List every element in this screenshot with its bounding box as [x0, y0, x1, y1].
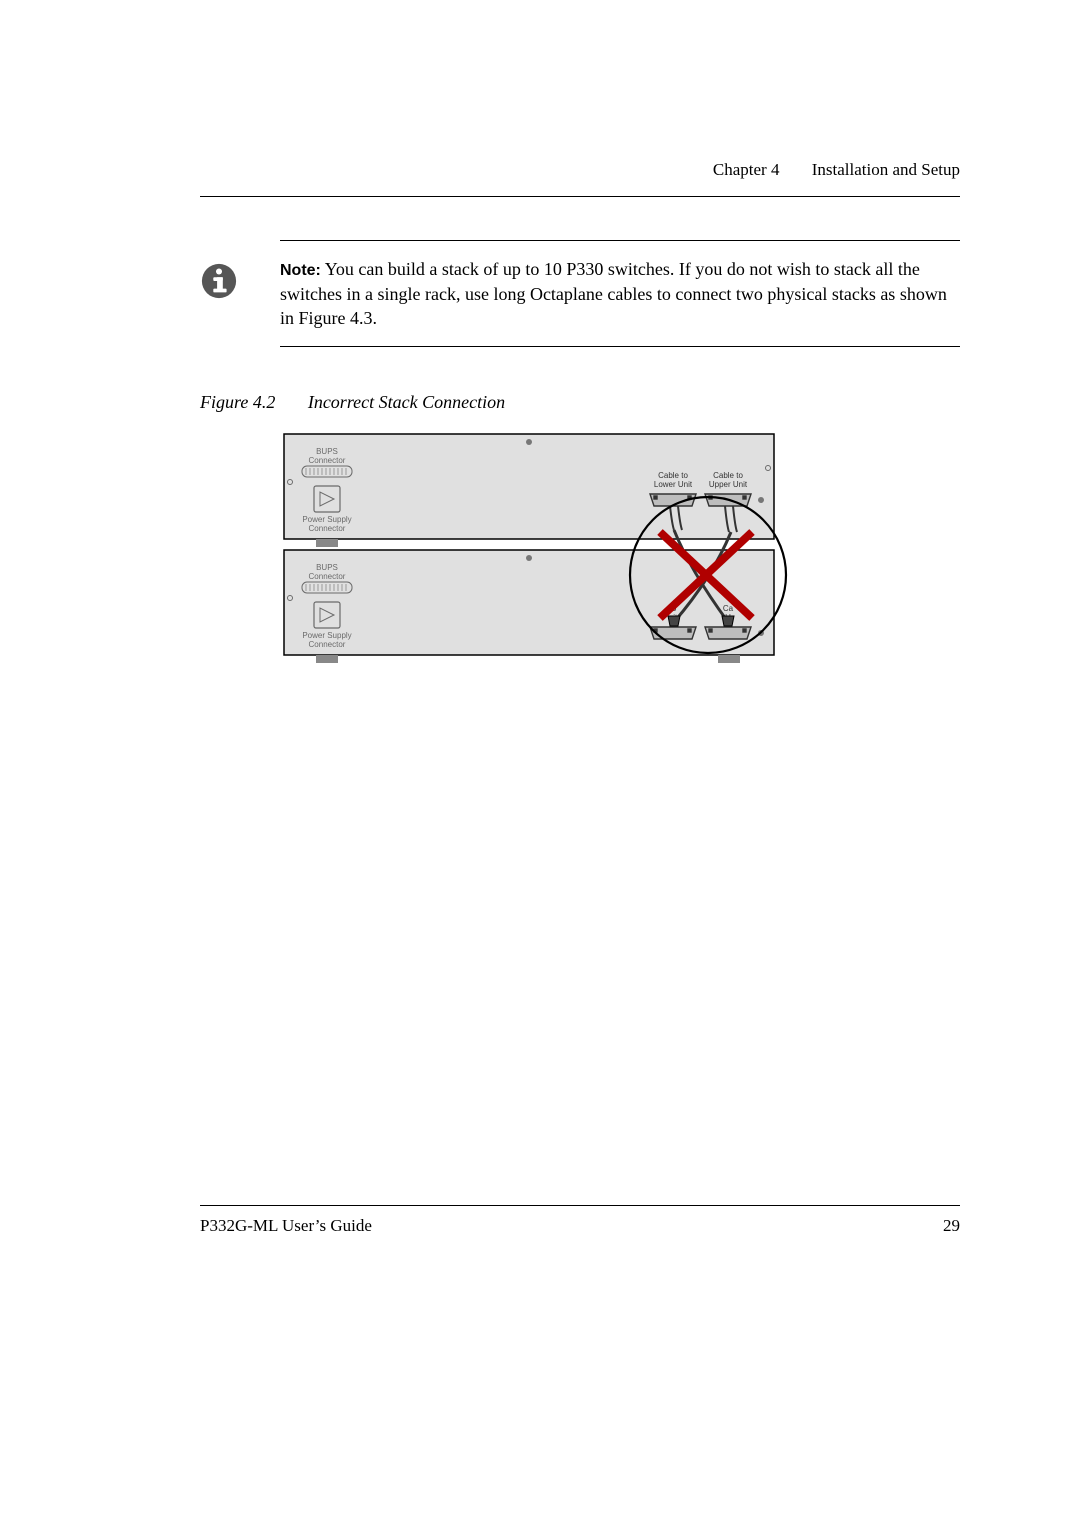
bups-label-1: BUPS: [316, 447, 338, 456]
header-title: Installation and Setup: [812, 160, 960, 179]
page-header: Chapter 4 Installation and Setup: [713, 160, 960, 180]
note-prefix: Note:: [280, 262, 321, 279]
power-label-2: Connector: [309, 524, 346, 533]
svg-text:Ca: Ca: [723, 604, 734, 613]
power-label-1: Power Supply: [302, 515, 351, 524]
bups-label-2: Connector: [309, 456, 346, 465]
cable-upper-2: Upper Unit: [709, 480, 748, 489]
note-rule-bottom: [280, 346, 960, 347]
figure-title: Incorrect Stack Connection: [308, 392, 505, 412]
figure-number: Figure 4.2: [200, 392, 275, 412]
svg-text:Connector: Connector: [309, 640, 346, 649]
header-rule: [200, 196, 960, 197]
footer-rule: [200, 1205, 960, 1206]
note-rule-top: [280, 240, 960, 241]
stack-diagram: BUPS Connector Power Supply Connector Ca…: [280, 430, 800, 668]
svg-text:Connector: Connector: [309, 572, 346, 581]
svg-text:BUPS: BUPS: [316, 563, 338, 572]
footer-page-number: 29: [943, 1216, 960, 1236]
figure-caption: Figure 4.2 Incorrect Stack Connection: [200, 392, 505, 413]
svg-text:Power Supply: Power Supply: [302, 631, 351, 640]
info-icon: [200, 262, 238, 300]
cable-upper-1: Cable to: [713, 471, 743, 480]
note-body: You can build a stack of up to 10 P330 s…: [280, 259, 947, 328]
note-text: Note: You can build a stack of up to 10 …: [280, 257, 960, 330]
cable-lower-1: Cable to: [658, 471, 688, 480]
cable-lower-2: Lower Unit: [654, 480, 693, 489]
footer-left: P332G-ML User’s Guide: [200, 1216, 372, 1236]
document-page: Chapter 4 Installation and Setup Note: Y…: [0, 0, 1080, 1300]
header-chapter: Chapter 4: [713, 160, 780, 179]
page-footer: P332G-ML User’s Guide 29: [200, 1216, 960, 1236]
note-block: Note: You can build a stack of up to 10 …: [280, 240, 960, 347]
